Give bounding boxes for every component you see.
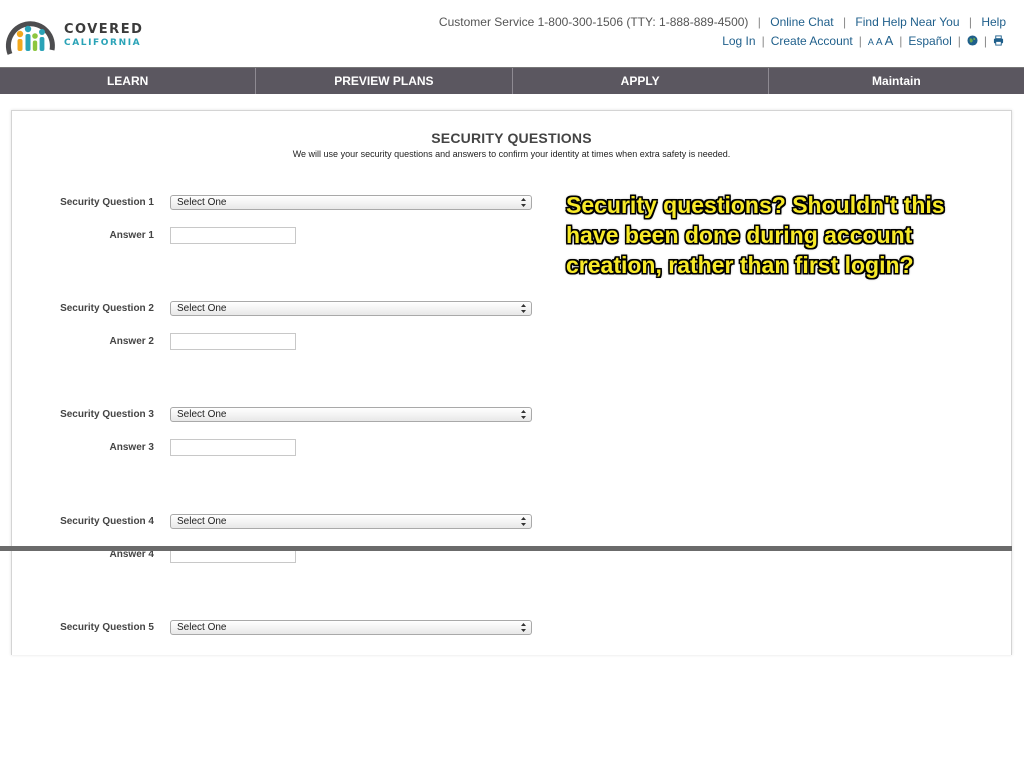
select-value: Select One [177, 303, 227, 314]
logo-word-california: CALIFORNIA [64, 37, 142, 48]
security-question-3-label: Security Question 3 [60, 409, 154, 420]
answer-1-label: Answer 1 [109, 230, 154, 241]
print-icon[interactable] [993, 35, 1004, 46]
text-size-controls: AAA [868, 33, 893, 48]
security-question-2-select[interactable]: Select One [170, 301, 532, 316]
screenshot-seam-divider [0, 546, 1012, 551]
utility-bar-bottom: Log In | Create Account | AAA | Español … [722, 33, 1004, 48]
nav-learn[interactable]: LEARN [0, 68, 257, 94]
utility-bar-top: Customer Service 1-800-300-1506 (TTY: 1-… [439, 15, 1006, 29]
globe-icon[interactable] [967, 35, 978, 46]
main-nav: LEARN PREVIEW PLANS APPLY Maintain [0, 67, 1024, 94]
security-question-5-label: Security Question 5 [60, 622, 154, 633]
answer-1-input[interactable] [170, 227, 296, 244]
log-in-link[interactable]: Log In [722, 34, 755, 48]
nav-apply[interactable]: APPLY [513, 68, 769, 94]
divider: | [757, 15, 761, 29]
divider: | [983, 33, 987, 48]
select-arrows-icon [521, 410, 526, 419]
text-size-medium-button[interactable]: A [876, 37, 883, 48]
security-question-2-label: Security Question 2 [60, 303, 154, 314]
divider: | [957, 33, 961, 48]
security-question-1-label: Security Question 1 [60, 197, 154, 208]
select-arrows-icon [521, 198, 526, 207]
security-question-5-select[interactable]: Select One [170, 620, 532, 635]
answer-2-input[interactable] [170, 333, 296, 350]
text-size-small-button[interactable]: A [868, 37, 874, 47]
logo-icon [5, 21, 55, 55]
select-arrows-icon [521, 304, 526, 313]
logo-wordmark: COVERED CALIFORNIA [64, 23, 143, 48]
divider: | [761, 33, 765, 48]
answer-2-label: Answer 2 [109, 336, 154, 347]
screen: COVERED CALIFORNIA Customer Service 1-80… [0, 0, 1024, 768]
covered-california-logo[interactable]: COVERED CALIFORNIA [4, 10, 143, 60]
customer-service-text: Customer Service 1-800-300-1506 (TTY: 1-… [438, 15, 749, 29]
help-link[interactable]: Help [981, 15, 1006, 29]
divider: | [858, 33, 862, 48]
select-value: Select One [177, 409, 227, 420]
divider: | [968, 15, 972, 29]
page-subtitle: We will use your security questions and … [292, 149, 731, 159]
divider: | [842, 15, 847, 29]
annotation-callout: Security questions? Shouldn't this have … [566, 190, 1006, 280]
select-arrows-icon [521, 517, 526, 526]
text-size-large-button[interactable]: A [885, 33, 894, 48]
select-value: Select One [177, 622, 227, 633]
security-question-1-select[interactable]: Select One [170, 195, 532, 210]
select-value: Select One [177, 197, 227, 208]
security-question-4-label: Security Question 4 [60, 516, 154, 527]
page-title: SECURITY QUESTIONS [431, 130, 592, 146]
annotation-line: creation, rather than first login? [566, 252, 914, 278]
create-account-link[interactable]: Create Account [771, 34, 853, 48]
logo-word-covered: COVERED [64, 21, 144, 37]
answer-3-input[interactable] [170, 439, 296, 456]
annotation-line: Security questions? Shouldn't this [566, 192, 945, 218]
annotation-line: have been done during account [566, 222, 913, 248]
online-chat-link[interactable]: Online Chat [770, 15, 833, 29]
security-question-3-select[interactable]: Select One [170, 407, 532, 422]
divider: | [899, 33, 903, 48]
nav-maintain[interactable]: Maintain [769, 68, 1024, 94]
security-question-4-select[interactable]: Select One [170, 514, 532, 529]
select-arrows-icon [521, 623, 526, 632]
espanol-link[interactable]: Español [908, 34, 951, 48]
find-help-near-you-link[interactable]: Find Help Near You [855, 15, 959, 29]
select-value: Select One [177, 516, 227, 527]
answer-3-label: Answer 3 [109, 442, 154, 453]
nav-preview-plans[interactable]: PREVIEW PLANS [256, 68, 513, 94]
